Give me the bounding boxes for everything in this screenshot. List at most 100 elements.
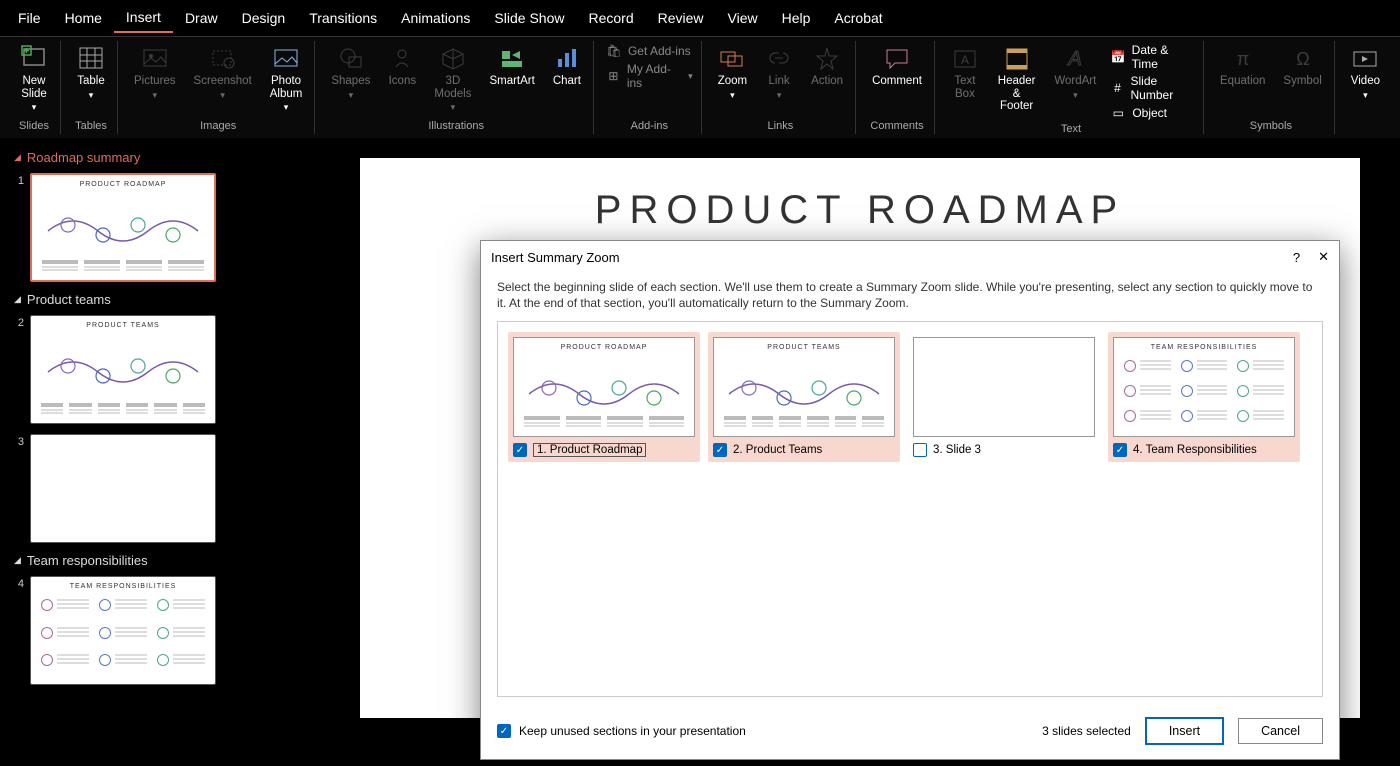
slide-checkbox[interactable]: ✓ [1113, 443, 1127, 457]
slide-checkbox[interactable] [913, 443, 927, 457]
zoom-slide-item[interactable]: TEAM RESPONSIBILITIES✓4. Team Responsibi… [1108, 332, 1300, 462]
comment-label: Comment [872, 75, 922, 88]
menu-item-animations[interactable]: Animations [389, 4, 482, 32]
keep-unused-checkbox[interactable]: ✓ [497, 724, 511, 738]
hash-icon: # [1110, 80, 1124, 96]
action-button[interactable]: Action [807, 43, 847, 90]
zoom-slide-item[interactable]: PRODUCT ROADMAP✓1. Product Roadmap [508, 332, 700, 462]
screenshot-button[interactable]: Screenshot ▾ [190, 43, 256, 103]
zoom-slide-item[interactable]: 3. Slide 3 [908, 332, 1100, 462]
date-time-button[interactable]: 📅Date & Time [1110, 43, 1195, 71]
symbol-label: Symbol [1283, 75, 1321, 88]
svg-text:π: π [1237, 49, 1249, 69]
smartart-icon [498, 45, 526, 73]
dialog-title: Insert Summary Zoom [491, 250, 620, 265]
video-label: Video [1351, 75, 1380, 88]
chart-button[interactable]: Chart [549, 43, 585, 90]
comment-button[interactable]: Comment [868, 43, 926, 90]
menu-item-slide-show[interactable]: Slide Show [482, 4, 576, 32]
menu-item-view[interactable]: View [716, 4, 770, 32]
3d-models-label: 3D Models [434, 75, 471, 100]
slide-thumbnail[interactable]: TEAM RESPONSIBILITIES [30, 576, 216, 685]
store-icon: 🛍 [606, 43, 622, 59]
video-button[interactable]: Video ▾ [1347, 43, 1384, 103]
cube-icon [439, 45, 467, 73]
my-addins-button[interactable]: ⊞My Add-ins ▾ [606, 62, 693, 90]
illustrations-group-label: Illustrations [428, 118, 484, 132]
photo-album-label: Photo Album [270, 75, 303, 100]
close-button[interactable]: ✕ [1318, 249, 1329, 265]
insert-button[interactable]: Insert [1145, 717, 1224, 745]
summary-zoom-dialog: Insert Summary Zoom ? ✕ Select the begin… [480, 240, 1340, 760]
icons-label: Icons [389, 75, 417, 88]
new-slide-button[interactable]: New Slide ▾ [16, 43, 52, 115]
object-label: Object [1132, 106, 1167, 120]
slide-thumbnail[interactable] [30, 434, 216, 543]
menu-item-help[interactable]: Help [770, 4, 823, 32]
menu-bar: FileHomeInsertDrawDesignTransitionsAnima… [0, 0, 1400, 36]
table-button[interactable]: Table ▾ [73, 43, 109, 103]
link-label: Link [769, 75, 790, 88]
menu-item-design[interactable]: Design [230, 4, 298, 32]
equation-button[interactable]: π Equation [1216, 43, 1269, 90]
menu-item-draw[interactable]: Draw [173, 4, 230, 32]
section-header[interactable]: ◢Roadmap summary [6, 146, 314, 169]
pictures-button[interactable]: Pictures ▾ [130, 43, 180, 103]
slide-checkbox[interactable]: ✓ [713, 443, 727, 457]
cancel-button[interactable]: Cancel [1238, 718, 1323, 744]
dialog-slide-grid: PRODUCT ROADMAP✓1. Product RoadmapPRODUC… [497, 321, 1323, 697]
wordart-button[interactable]: A WordArt ▾ [1050, 43, 1100, 103]
ribbon-group-media: Video ▾ [1339, 41, 1392, 134]
slide-number: 3 [10, 434, 24, 448]
zoom-button[interactable]: Zoom ▾ [714, 43, 751, 103]
slide-checkbox[interactable]: ✓ [513, 443, 527, 457]
chart-icon [553, 45, 581, 73]
zoom-slide-label: 3. Slide 3 [933, 444, 981, 456]
ribbon-group-links: Zoom ▾ Link ▾ Action Links [706, 41, 856, 134]
slide-thumbnail[interactable]: PRODUCT ROADMAP [30, 173, 216, 282]
slide-thumbnail[interactable]: PRODUCT TEAMS [30, 315, 216, 424]
section-name: Roadmap summary [27, 150, 140, 165]
icons-button[interactable]: Icons [384, 43, 420, 90]
section-name: Team responsibilities [27, 553, 148, 568]
object-button[interactable]: ▭Object [1110, 105, 1167, 121]
smartart-button[interactable]: SmartArt [485, 43, 538, 90]
ribbon-group-text: A Text Box Header & Footer A WordArt ▾ 📅… [939, 41, 1204, 134]
menu-item-review[interactable]: Review [646, 4, 716, 32]
slide-row: 2PRODUCT TEAMS [6, 311, 314, 430]
chart-label: Chart [553, 75, 581, 88]
menu-item-insert[interactable]: Insert [114, 3, 173, 33]
menu-item-record[interactable]: Record [576, 4, 645, 32]
menu-item-transitions[interactable]: Transitions [297, 4, 389, 32]
section-header[interactable]: ◢Team responsibilities [6, 549, 314, 572]
slide-number: 4 [10, 576, 24, 590]
action-label: Action [811, 75, 843, 88]
link-button[interactable]: Link ▾ [761, 43, 797, 103]
equation-label: Equation [1220, 75, 1265, 88]
menu-item-file[interactable]: File [6, 4, 53, 32]
menu-item-home[interactable]: Home [53, 4, 114, 32]
header-footer-button[interactable]: Header & Footer [993, 43, 1040, 115]
photo-album-icon [272, 45, 300, 73]
menu-item-acrobat[interactable]: Acrobat [822, 4, 894, 32]
textbox-button[interactable]: A Text Box [947, 43, 983, 102]
help-button[interactable]: ? [1293, 250, 1300, 265]
comment-icon [883, 45, 911, 73]
text-group-label: Text [1061, 121, 1081, 135]
header-footer-icon [1003, 45, 1031, 73]
zoom-slide-item[interactable]: PRODUCT TEAMS✓2. Product Teams [708, 332, 900, 462]
section-header[interactable]: ◢Product teams [6, 288, 314, 311]
slide-number: 1 [10, 173, 24, 187]
header-footer-label: Header & Footer [997, 75, 1036, 113]
shapes-button[interactable]: Shapes ▾ [327, 43, 374, 103]
slide-number-button[interactable]: #Slide Number [1110, 74, 1195, 102]
slide-panel[interactable]: ◢Roadmap summary 1 PRODUCT ROADMAP ◢Product… [0, 138, 320, 766]
symbols-group-label: Symbols [1250, 118, 1292, 132]
photo-album-button[interactable]: Photo Album ▾ [266, 43, 307, 115]
addins-icon: ⊞ [606, 68, 621, 84]
ribbon-group-comments: Comment Comments [860, 41, 935, 134]
table-icon [77, 45, 105, 73]
symbol-button[interactable]: Ω Symbol [1279, 43, 1325, 90]
3d-models-button[interactable]: 3D Models ▾ [430, 43, 475, 115]
get-addins-button[interactable]: 🛍Get Add-ins [606, 43, 691, 59]
